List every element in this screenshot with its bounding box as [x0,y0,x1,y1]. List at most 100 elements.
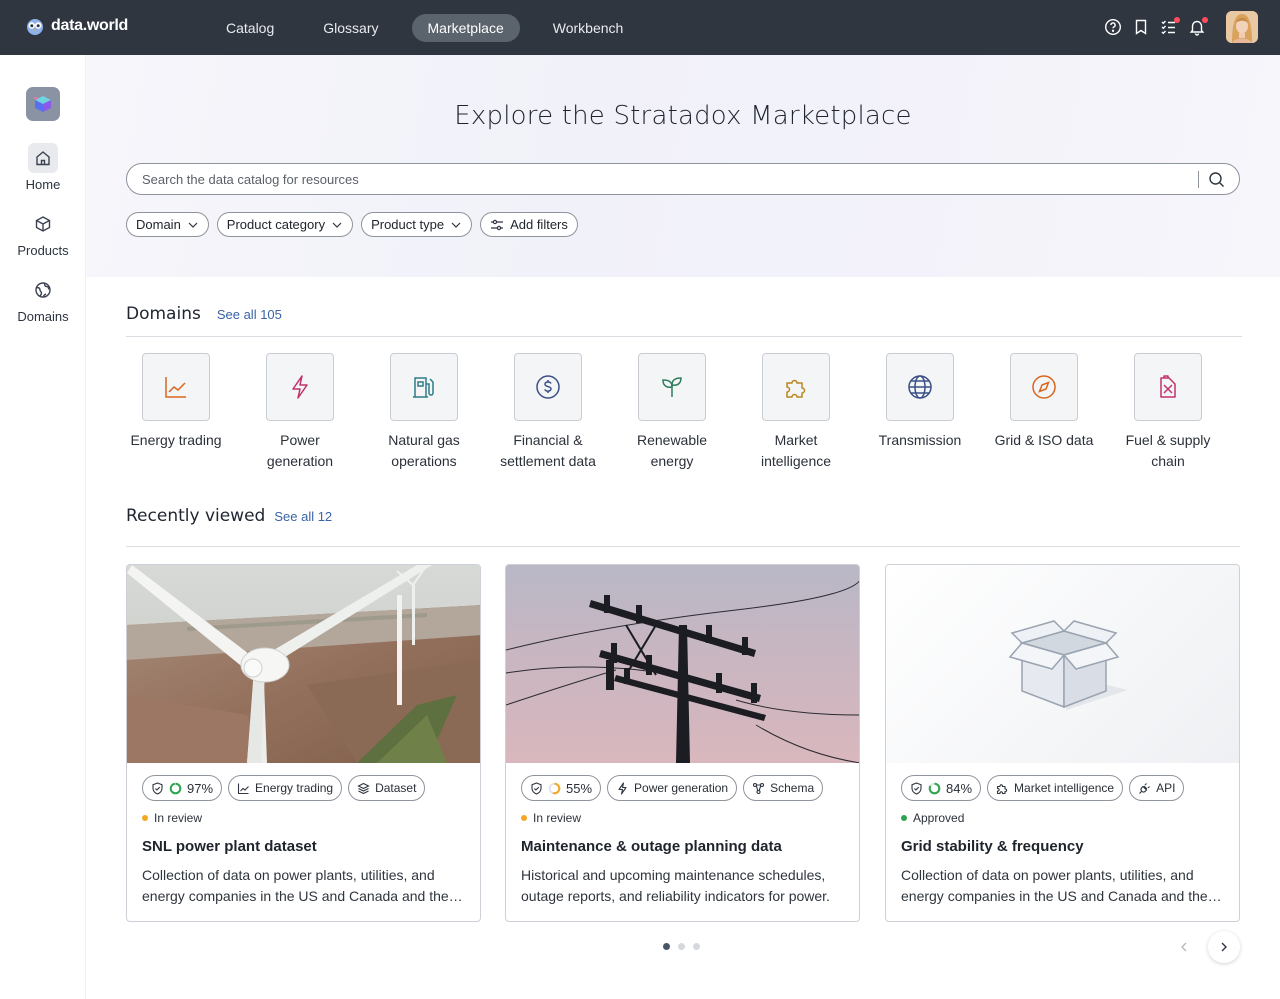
domain-label: Market intelligence [760,432,832,469]
card-tags: 84% Market intelligence API [901,775,1226,801]
domain-power-generation[interactable]: Power generation [250,353,350,472]
type-tag[interactable]: Dataset [348,775,426,801]
quality-score-badge: 55% [521,775,602,801]
dollar-icon [514,353,582,421]
filter-label: Product category [226,217,326,232]
product-card[interactable]: 97% Energy trading Dataset In review SNL… [126,564,481,922]
shield-check-icon [531,781,542,795]
product-category-filter-dropdown[interactable]: Product category [216,212,354,237]
sidebar-item-home[interactable]: Home [0,143,86,192]
domain-tag[interactable]: Energy trading [228,775,343,801]
domain-natural-gas-operations[interactable]: Natural gas operations [374,353,474,472]
type-tag[interactable]: API [1129,775,1185,801]
sliders-icon [491,219,504,230]
add-filters-button[interactable]: Add filters [480,212,578,237]
cube-icon [28,209,58,239]
chevron-down-icon [451,222,461,228]
card-tags: 97% Energy trading Dataset [142,775,467,801]
puzzle-icon [762,353,830,421]
score-ring-icon [548,782,561,794]
recently-viewed-header: Recently viewed See all 12 [126,506,332,526]
domain-financial-settlement-data[interactable]: Financial & settlement data [498,353,598,472]
score-ring-icon [928,782,941,794]
status-label: Approved [913,811,965,825]
nav-catalog[interactable]: Catalog [210,14,290,42]
nav-marketplace[interactable]: Marketplace [411,14,520,42]
status-badge: Approved [901,811,1226,825]
domain-energy-trading[interactable]: Energy trading [126,353,226,451]
page-dot[interactable] [678,943,685,950]
domain-label: Fuel & supply chain [1125,432,1211,469]
status-label: In review [533,811,582,825]
section-divider [126,546,1240,547]
filter-label: Product type [371,217,445,232]
domain-label: Grid & ISO data [994,432,1094,448]
domain-tag[interactable]: Power generation [607,775,738,801]
globe-icon [886,353,954,421]
product-type-filter-dropdown[interactable]: Product type [361,212,473,237]
search-icon[interactable] [1208,171,1225,188]
top-navigation-bar: data.world Catalog Glossary Marketplace … [0,0,1280,55]
chevron-left-icon [1181,942,1187,952]
score-ring-icon [169,782,182,794]
task-list-icon[interactable] [1160,17,1180,36]
see-all-recent-link[interactable]: See all 12 [274,509,332,524]
domain-tag-label: Power generation [634,781,729,795]
domain-market-intelligence[interactable]: Market intelligence [746,353,846,472]
carousel-next-button[interactable] [1208,931,1240,963]
product-card[interactable]: 55% Power generation Schema In review Ma… [505,564,860,922]
domain-label: Financial & settlement data [500,432,596,469]
wind-turbine-image [127,565,480,763]
domain-tag-label: Energy trading [255,781,334,795]
chevron-down-icon [332,222,342,228]
search-input[interactable] [142,164,1182,194]
card-description: Collection of data on power plants, util… [901,867,1208,904]
nav-workbench[interactable]: Workbench [537,14,640,42]
domain-renewable-energy[interactable]: Renewable energy [622,353,722,472]
sidebar-item-domains[interactable]: Domains [0,275,86,324]
page-dot[interactable] [693,943,700,950]
section-divider [126,336,1242,337]
type-tag-label: Schema [770,781,815,795]
status-dot [142,815,148,821]
domain-grid-iso-data[interactable]: Grid & ISO data [994,353,1094,451]
domain-transmission[interactable]: Transmission [870,353,970,451]
app-logo[interactable]: data.world [25,16,128,36]
domain-filter-dropdown[interactable]: Domain [126,212,209,237]
recently-viewed-title: Recently viewed [126,506,266,526]
lightning-icon [266,353,334,421]
domain-fuel-supply-chain[interactable]: Fuel & supply chain [1118,353,1218,472]
chevron-down-icon [188,222,198,228]
product-card[interactable]: 84% Market intelligence API Approved Gri… [885,564,1240,922]
user-avatar[interactable] [1226,11,1258,43]
nav-glossary[interactable]: Glossary [307,14,394,42]
owl-logo-icon [27,19,43,35]
page-dot[interactable] [663,943,670,950]
help-icon[interactable] [1104,18,1122,36]
bell-icon[interactable] [1188,17,1208,36]
see-all-domains-link[interactable]: See all 105 [217,307,282,322]
bell-notification-dot [1202,17,1208,23]
main-nav: Catalog Glossary Marketplace Workbench [210,14,656,42]
filter-bar: Domain Product category Product type Add… [126,212,578,237]
type-tag[interactable]: Schema [743,775,824,801]
layers-icon [357,782,370,794]
carousel-prev-button[interactable] [1168,931,1200,963]
fuel-can-icon [1134,353,1202,421]
quality-score: 97% [187,780,214,796]
sidebar-item-label: Home [25,177,61,192]
type-tag-label: API [1156,781,1176,795]
card-body: 84% Market intelligence API Approved Gri… [901,775,1226,907]
bookmark-icon[interactable] [1132,18,1150,36]
fuel-pump-icon [390,353,458,421]
card-title: Maintenance & outage planning data [521,838,782,855]
quality-score: 55% [566,780,593,796]
domain-tag[interactable]: Market intelligence [987,775,1124,801]
sidebar-item-products[interactable]: Products [0,209,86,258]
workspace-icon[interactable] [26,87,60,121]
quality-score-badge: 97% [142,775,223,801]
sprout-icon [638,353,706,421]
status-label: In review [154,811,203,825]
domain-label: Power generation [266,432,334,469]
line-chart-icon [237,783,249,794]
